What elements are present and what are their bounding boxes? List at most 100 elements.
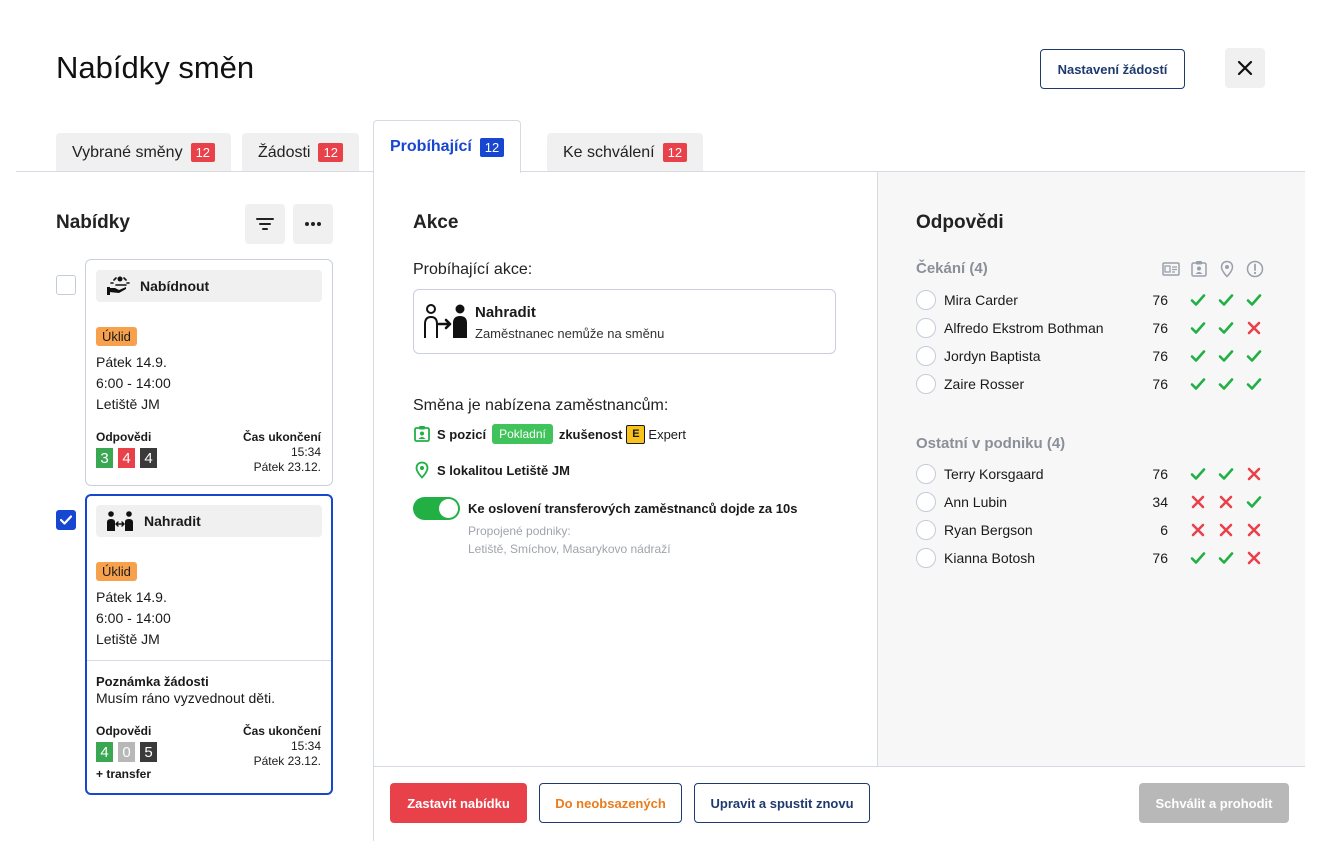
responses-label: Odpovědi [96,724,152,738]
approve-swap-button[interactable]: Schválit a prohodit [1139,783,1289,823]
checkmark-icon [60,515,72,525]
shift-time: 6:00 - 14:00 [96,375,171,391]
category-tag: Úklid [96,562,137,581]
position-criteria: S pozicí Pokladní zkušenost E Expert [413,424,686,444]
response-radio[interactable] [916,548,936,568]
replace-person-icon [424,304,467,338]
id-card-icon [1162,262,1180,276]
card-checkbox[interactable] [56,275,76,295]
close-icon [1237,60,1253,76]
toggle-knob [439,499,458,518]
filter-button[interactable] [245,204,285,244]
running-action-card: Nahradit Zaměstnanec nemůže na směnu [413,289,836,354]
response-radio[interactable] [916,520,936,540]
offer-card-selected[interactable]: Nahradit Úklid Pátek 14.9. 6:00 - 14:00 … [85,494,333,795]
linked-values: Letiště, Smíchov, Masarykovo nádraží [468,542,671,556]
check-icon [1190,348,1206,364]
employee-name: Kianna Botosh [944,550,1036,566]
location-criteria: S lokalitou Letiště JM [413,461,570,479]
response-radio[interactable] [916,318,936,338]
swap-icon [107,511,133,531]
note-text: Musím ráno vyzvednout děti. [96,690,275,706]
response-row[interactable]: Alfredo Ekstrom Bothman 76 [916,317,1266,339]
more-options-button[interactable] [293,204,333,244]
responses-title: Odpovědi [916,212,1004,233]
others-group-title: Ostatní v podniku (4) [916,435,1066,452]
offers-title: Nabídky [56,212,130,233]
move-to-unfilled-button[interactable]: Do neobsazených [539,783,682,823]
count-pending: 4 [140,448,157,468]
card-action-header: Nahradit [96,505,322,537]
note-label: Poznámka žádosti [96,674,209,689]
transfer-label: + transfer [96,767,152,781]
cross-icon [1218,494,1234,510]
cross-icon [1246,320,1262,336]
response-radio[interactable] [916,290,936,310]
tab-count-badge: 12 [479,137,505,157]
location-text: S lokalitou Letiště JM [437,462,570,478]
footer-divider [374,766,1305,767]
cross-icon [1218,522,1234,538]
count-accepted: 4 [96,742,113,762]
shift-location: Letiště JM [96,631,160,647]
check-icon [1218,348,1234,364]
check-icon [1218,376,1234,392]
edit-restart-button[interactable]: Upravit a spustit znovu [694,783,870,823]
end-time: 15:34 [290,739,321,753]
check-icon [1218,466,1234,482]
tab-to-approve[interactable]: Ke schválení 12 [547,133,704,172]
check-icon [1190,292,1206,308]
response-radio[interactable] [916,346,936,366]
tab-label: Žádosti [258,143,311,161]
tab-count-badge: 12 [662,143,688,162]
employee-score: 76 [1152,292,1168,308]
column-divider [373,171,374,841]
employee-name: Mira Carder [944,292,1018,308]
employee-score: 76 [1152,376,1168,392]
employee-score: 6 [1160,522,1168,538]
tab-selected-shifts[interactable]: Vybrané směny 12 [56,133,232,172]
check-icon [1218,320,1234,336]
check-icon [1218,550,1234,566]
cross-icon [1246,466,1262,482]
transfer-toggle[interactable] [413,497,460,520]
employee-name: Ann Lubin [944,494,1008,510]
more-icon [305,222,321,226]
tab-requests[interactable]: Žádosti 12 [242,133,359,172]
employee-name: Jordyn Baptista [944,348,1041,364]
response-row[interactable]: Mira Carder 76 [916,289,1266,311]
request-settings-button[interactable]: Nastavení žádostí [1040,49,1185,89]
shift-date: Pátek 14.9. [96,354,167,370]
category-tag: Úklid [96,327,137,346]
response-row[interactable]: Zaire Rosser 76 [916,373,1266,395]
card-checkbox[interactable] [56,510,76,530]
location-pin-icon [415,461,429,479]
cross-icon [1190,494,1206,510]
count-accepted: 3 [96,448,113,468]
offer-card[interactable]: Nabídnout Úklid Pátek 14.9. 6:00 - 14:00… [85,259,333,486]
response-row[interactable]: Jordyn Baptista 76 [916,345,1266,367]
tab-in-progress[interactable]: Probíhající 12 [373,120,522,173]
close-button[interactable] [1225,48,1265,88]
response-row[interactable]: Ryan Bergson 6 [916,519,1266,541]
response-radio[interactable] [916,464,936,484]
toggle-label: Ke oslovení transferových zaměstnanců do… [468,501,798,516]
response-radio[interactable] [916,374,936,394]
cross-icon [1246,550,1262,566]
response-radio[interactable] [916,492,936,512]
linked-label: Propojené podniky: [468,524,571,538]
response-row[interactable]: Terry Korsgaard 76 [916,463,1266,485]
card-divider [87,660,331,661]
tab-label: Probíhající [390,138,472,155]
running-action-label: Probíhající akce: [413,261,533,278]
count-pending: 5 [140,742,157,762]
action-name: Nahradit [475,304,536,321]
response-row[interactable]: Kianna Botosh 76 [916,547,1266,569]
count-declined: 0 [118,742,135,762]
response-row[interactable]: Ann Lubin 34 [916,491,1266,513]
cross-icon [1246,522,1262,538]
tab-label: Ke schválení [563,143,655,161]
check-icon [1246,348,1262,364]
employee-score: 76 [1152,550,1168,566]
stop-offer-button[interactable]: Zastavit nabídku [390,783,527,823]
